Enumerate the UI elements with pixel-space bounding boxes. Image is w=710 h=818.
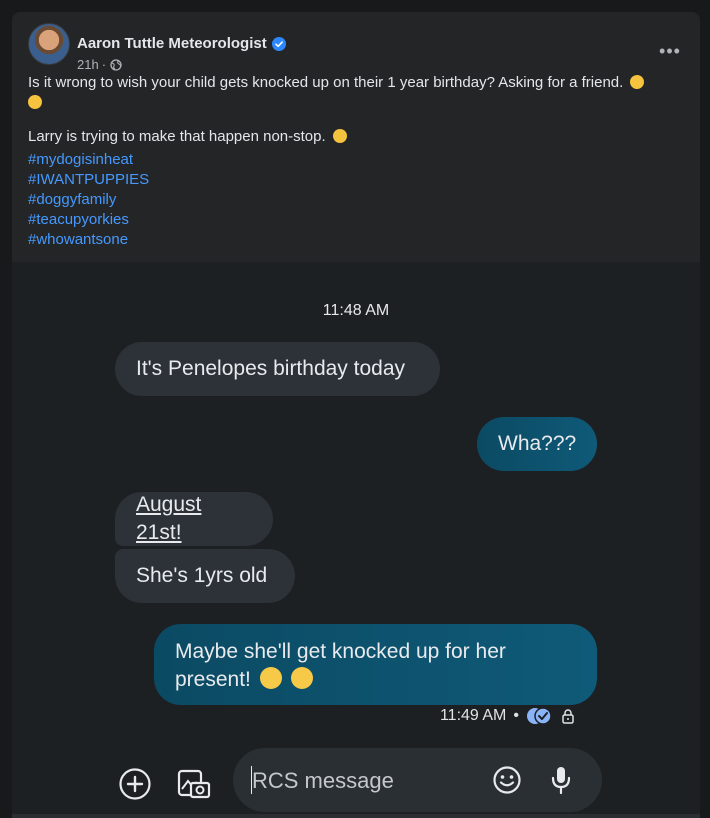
post-line-1: Is it wrong to wish your child gets knoc… [28, 73, 684, 113]
screaming-face-emoji-icon [332, 129, 347, 143]
message-text: She's 1yrs old [136, 564, 268, 587]
meta-separator: · [101, 57, 107, 72]
hashtag-link[interactable]: #doggyfamily [28, 190, 149, 210]
post-card: Aaron Tuttle Meteorologist 21h · ••• Is … [12, 12, 700, 818]
message-bubble-incoming: August 21st! [115, 492, 273, 546]
grinning-sweat-emoji-icon [290, 666, 313, 689]
message-input[interactable]: RCS message [233, 748, 602, 812]
bottom-divider [12, 814, 700, 818]
gallery-icon[interactable] [176, 765, 212, 801]
flushed-face-emoji-icon [259, 666, 282, 689]
post-time[interactable]: 21h [77, 57, 99, 72]
message-date-link: August 21st! [136, 493, 202, 544]
hashtag-link[interactable]: #mydogisinheat [28, 150, 149, 170]
message-text: It's Penelopes birthday today [136, 357, 406, 380]
author-name[interactable]: Aaron Tuttle Meteorologist [77, 35, 267, 52]
message-text: Maybe she'll get knocked up for her pres… [175, 639, 506, 691]
hashtag-link[interactable]: #whowantsone [28, 230, 149, 250]
chat-timestamp: 11:48 AM [322, 302, 390, 319]
hand-over-mouth-emoji-icon [630, 75, 645, 89]
message-text: Wha??? [498, 432, 577, 455]
post-line-2: Larry is trying to make that happen non-… [28, 127, 684, 147]
message-text-wrap: Maybe she'll get knocked up for her pres… [175, 638, 576, 694]
rolling-laughing-emoji-icon [28, 95, 42, 109]
hashtag-link[interactable]: #IWANTPUPPIES [28, 170, 149, 190]
post-body: Is it wrong to wish your child gets knoc… [28, 73, 684, 147]
post-header: Aaron Tuttle Meteorologist 21h · ••• [28, 23, 684, 72]
message-bubble-incoming: It's Penelopes birthday today [115, 342, 440, 396]
message-status: 11:49 AM • [440, 707, 575, 725]
hashtag-list: #mydogisinheat #IWANTPUPPIES #doggyfamil… [28, 150, 149, 250]
add-icon[interactable] [118, 767, 152, 801]
chat-screenshot-image[interactable]: 11:48 AM It's Penelopes birthday today W… [12, 262, 700, 818]
author-row: Aaron Tuttle Meteorologist [77, 35, 286, 52]
message-placeholder: RCS message [252, 768, 394, 793]
more-options-icon[interactable]: ••• [656, 41, 684, 61]
verified-badge-icon [271, 36, 286, 51]
message-bubble-incoming: She's 1yrs old [115, 549, 295, 603]
read-receipt-icon [527, 707, 552, 725]
hashtag-link[interactable]: #teacupyorkies [28, 210, 149, 230]
compose-bar: RCS message [12, 748, 700, 814]
post-line-1-text: Is it wrong to wish your child gets knoc… [28, 74, 624, 91]
avatar[interactable] [28, 23, 70, 65]
emoji-icon[interactable] [492, 765, 522, 795]
status-time: 11:49 AM [439, 707, 507, 724]
status-dot: • [513, 707, 519, 724]
post-meta: 21h · [77, 57, 122, 72]
lock-icon [562, 709, 574, 724]
message-bubble-outgoing: Maybe she'll get knocked up for her pres… [154, 624, 597, 705]
message-bubble-outgoing: Wha??? [477, 417, 597, 471]
post-line-2-text: Larry is trying to make that happen non-… [28, 128, 326, 145]
microphone-icon[interactable] [550, 765, 572, 795]
globe-icon [110, 58, 122, 71]
